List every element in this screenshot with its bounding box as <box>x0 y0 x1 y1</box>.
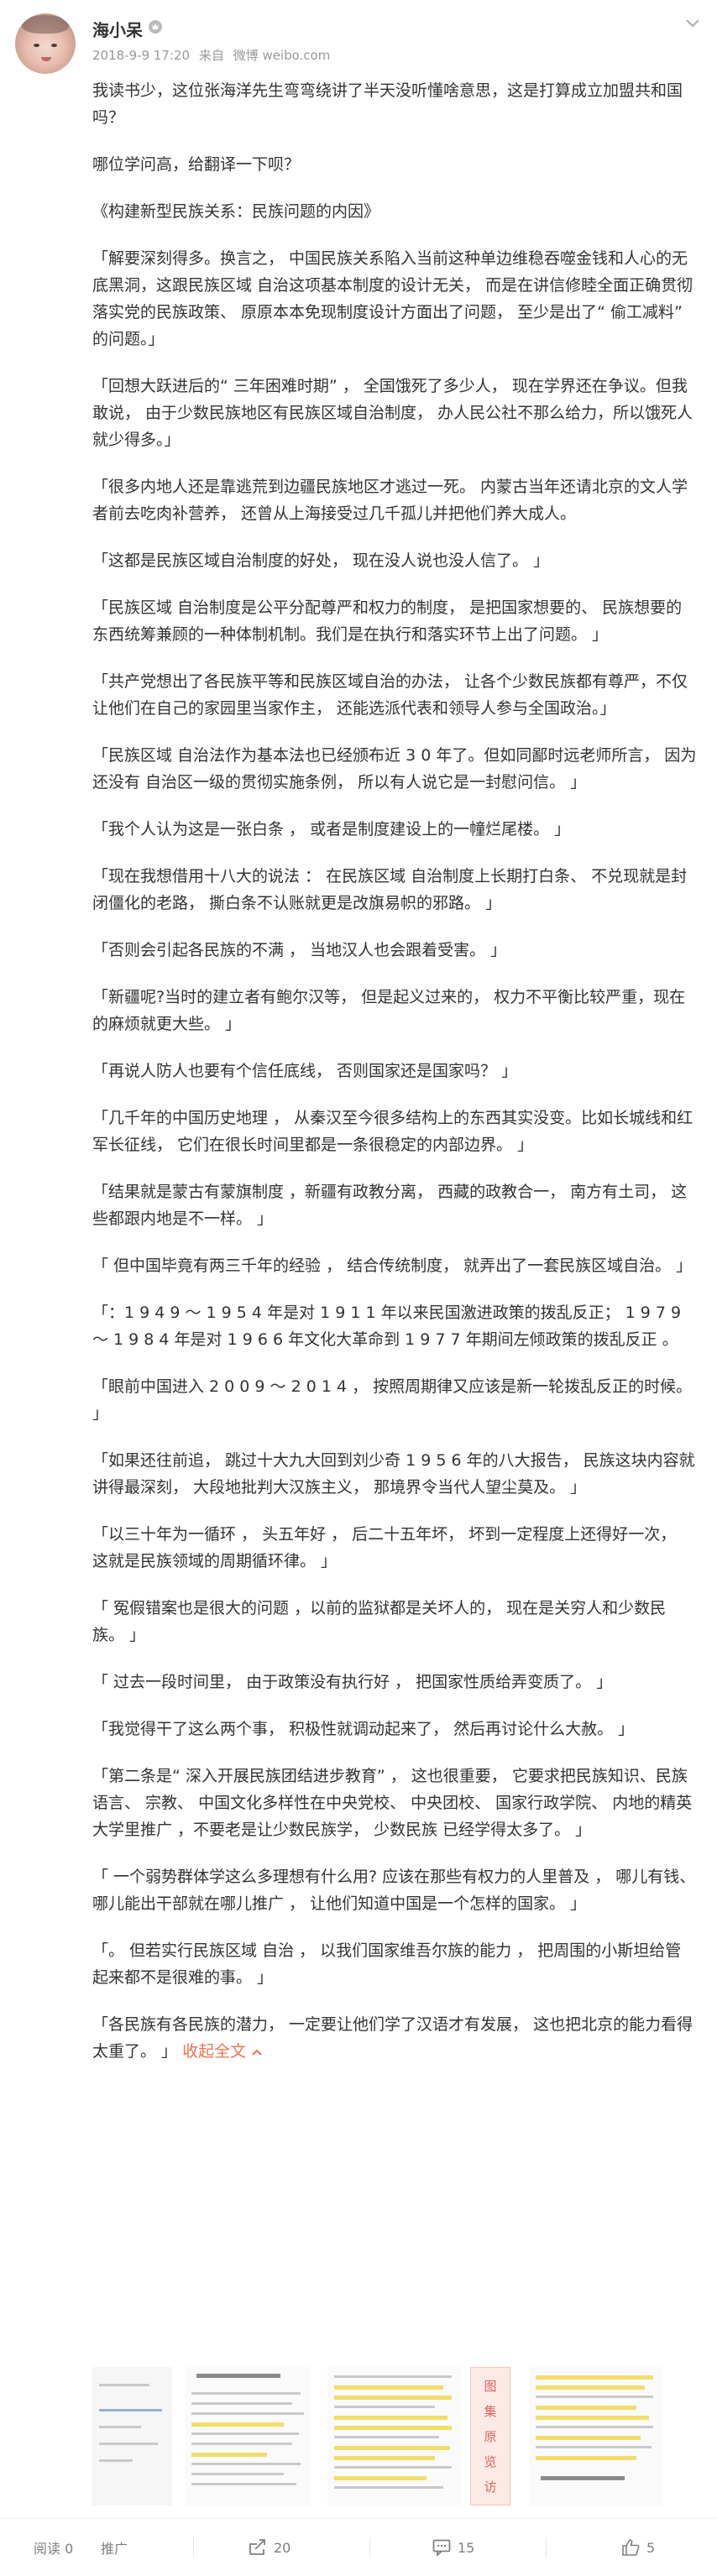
overlay-char: 集 <box>484 2403 497 2419</box>
paragraph: 「这都是民族区域自治制度的好处， 现在没人说也没人信了。 」 <box>92 551 550 570</box>
paragraph: 「解要深刻得多。换言之， 中国民族关系陷入当前这种单边维稳吞噬金钱和人心的无底黑… <box>92 249 693 348</box>
image-thumbnail[interactable] <box>327 2367 462 2505</box>
paragraph: 「。 但若实行民族区域 自治 ， 以我们国家维吾尔族的能力 ， 把周围的小斯坦给… <box>92 1941 682 1987</box>
paragraph: 「现在我想借用十八大的说法 ： 在民族区域 自治制度上长期打白条、 不兑现就是封… <box>92 867 688 912</box>
source-link[interactable]: 微博 weibo.com <box>233 48 331 63</box>
paragraph: 「结果就是蒙古有蒙旗制度 ，新疆有政教分离， 西藏的政教合一， 南方有土司， 这… <box>92 1183 688 1228</box>
image-thumbnail[interactable] <box>185 2367 311 2505</box>
paragraph: 「眼前中国进入 2 0 0 9 ～ 2 0 1 4 ， 按照周期律又应该是新一轮… <box>92 1377 693 1423</box>
paragraph: 「如果还往前追， 跳过十大九大回到刘少奇 1 9 5 6 年的八大报告， 民族这… <box>92 1451 695 1497</box>
paragraph: 「共产党想出了各民族平等和民族区域自治的办法， 让各个少数民族都有尊严，不仅让他… <box>92 672 688 718</box>
paragraph: 「：1 9 4 9 ～ 1 9 5 4 年是对 1 9 1 1 年以来民国激进政… <box>92 1304 682 1349</box>
paragraph: 哪位学问高，给翻译一下呗？ <box>92 155 301 174</box>
read-count-label: 阅读 0 <box>34 2541 74 2557</box>
paragraph: 「 但中国毕竟有两三千年的经验 ， 结合传统制度， 就弄出了一套民族区域自治。 … <box>92 1257 693 1275</box>
paragraph: 「第二条是“ 深入开展民族团结进步教育” ， 这也很重要， 它要求把民族知识、民… <box>92 1767 693 1839</box>
comment-icon <box>432 2539 451 2556</box>
paragraph: 「几千年的中国历史地理 ， 从秦汉至今很多结构上的东西其实没变。比如长城线和红军… <box>92 1109 693 1154</box>
paragraph: 「再说人防人也要有个信任底线， 否则国家还是国家吗？ 」 <box>92 1062 518 1080</box>
last-paragraph: 「各民族有各民族的潜力， 一定要让他们学了汉语才有发展， 这也把北京的能力看得太… <box>92 2011 697 2065</box>
chevron-down-icon[interactable] <box>683 17 702 30</box>
paragraph: 我读书少，这位张海洋先生弯弯绕讲了半天没听懂啥意思，这是打算成立加盟共和国吗？ <box>92 81 683 127</box>
source-prefix: 来自 <box>198 48 224 63</box>
separator <box>193 2537 194 2558</box>
share-icon <box>249 2539 265 2555</box>
paragraph: 「新疆呢?当时的建立者有鲍尔汉等， 但是起义过来的， 权力不平衡比较严重，现在的… <box>92 988 686 1033</box>
read-count: 阅读 0 <box>34 2519 73 2576</box>
chevron-up-icon <box>252 2049 262 2056</box>
avatar[interactable] <box>15 13 76 74</box>
separator <box>546 2537 547 2558</box>
collapse-button[interactable]: 收起全文 <box>182 2042 263 2061</box>
thumbs-up-icon <box>622 2539 640 2556</box>
like-button[interactable]: 5 <box>621 2519 655 2576</box>
repost-button[interactable]: 20 <box>249 2519 290 2576</box>
timestamp[interactable]: 2018-9-9 17:20 <box>92 48 190 63</box>
post-content: 我读书少，这位张海洋先生弯弯绕讲了半天没听懂啥意思，这是打算成立加盟共和国吗？ … <box>92 77 697 2085</box>
paragraph: 「 一个弱势群体学这么多理想有什么用? 应该在那些有权力的人里普及 ， 哪儿有钱… <box>92 1868 696 1913</box>
paragraph: 「我个人认为这是一张白条 ， 或者是制度建设上的一幢烂尾楼。 」 <box>92 820 571 839</box>
comment-button[interactable]: 15 <box>432 2519 474 2576</box>
image-thumbnail[interactable] <box>529 2367 663 2505</box>
paragraph: 「以三十年为一循环 ， 头五年好 ， 后二十五年坏， 坏到一定程度上还得好一次，… <box>92 1525 677 1570</box>
promote-label: 推广 <box>101 2541 128 2557</box>
separator <box>369 2537 370 2558</box>
paragraph: 「否则会引起各民族的不满 ， 当地汉人也会跟着受害。 」 <box>92 941 507 959</box>
paragraph: 「很多内地人还是靠逃荒到边疆民族地区才逃过一死。 内蒙古当年还请北京的文人学者前… <box>92 478 688 523</box>
like-count: 5 <box>646 2539 656 2556</box>
comment-count: 15 <box>458 2539 475 2556</box>
action-bar: 阅读 0 推广 20 15 5 <box>0 2519 717 2576</box>
overlay-char: 览 <box>484 2453 497 2469</box>
paragraph: 「民族区域 自治法作为基本法也已经颁布近 3 0 年了。但如同鄙时远老师所言， … <box>92 746 697 792</box>
paragraph: 「 过去一段时间里， 由于政策没有执行好 ， 把国家性质给弄变质了。 」 <box>92 1673 613 1691</box>
collapse-label: 收起全文 <box>182 2042 247 2061</box>
paragraph: 「 冤假错案也是很大的问题 ，以前的监狱都是关坏人的， 现在是关穷人和少数民族。… <box>92 1599 667 1644</box>
paragraph: 「回想大跃进后的“ 三年困难时期” ， 全国饿死了多少人， 现在学界还在争议。但… <box>92 377 693 449</box>
image-thumbnail[interactable] <box>92 2367 172 2505</box>
image-overlay-label[interactable]: 图 集 原 览 访 <box>470 2367 510 2505</box>
overlay-char: 图 <box>484 2378 497 2394</box>
paragraph: 「我觉得干了这么两个事， 积极性就调动起来了， 然后再讨论什么大赦。 」 <box>92 1720 635 1738</box>
paragraph: 《构建新型民族关系：民族问题的内因》 <box>92 202 380 221</box>
overlay-char: 访 <box>484 2479 497 2495</box>
paragraph: 「民族区域 自治制度是公平分配尊严和权力的制度， 是把国家想要的、 民族想要的 … <box>92 598 683 644</box>
image-gallery: 图 集 原 览 访 <box>92 2367 705 2505</box>
overlay-char: 原 <box>484 2428 497 2444</box>
post-meta: 2018-9-9 17:20 来自 微博 weibo.com <box>92 46 335 64</box>
promote-button[interactable]: 推广 <box>101 2519 128 2576</box>
membership-badge-icon <box>149 20 162 34</box>
username[interactable]: 海小呆 <box>92 17 143 41</box>
repost-count: 20 <box>274 2539 291 2556</box>
